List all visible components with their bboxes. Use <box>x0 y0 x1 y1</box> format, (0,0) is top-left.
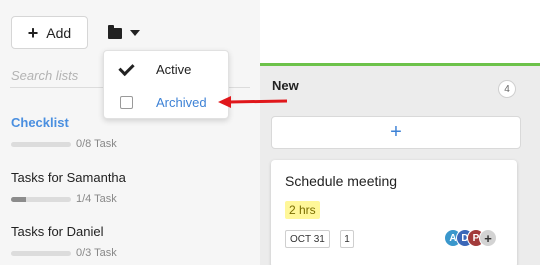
progress-bar <box>11 141 71 147</box>
plus-icon: + <box>27 22 39 43</box>
list-item-checklist[interactable]: Checklist 0/8 Task <box>11 115 251 150</box>
column-count-badge: 4 <box>498 80 516 98</box>
card-title: Schedule meeting <box>285 173 398 189</box>
add-list-button[interactable]: + Add <box>11 16 88 49</box>
progress-text: 0/3 Task <box>76 247 117 259</box>
menu-item-label: Active <box>156 61 192 77</box>
checkbox-icon[interactable] <box>120 95 133 109</box>
due-date-tag: OCT 31 <box>285 230 330 248</box>
list-title: Tasks for Daniel <box>11 224 104 239</box>
list-item-samantha[interactable]: Tasks for Samantha 1/4 Task <box>11 170 251 205</box>
menu-item-archived[interactable]: Archived <box>104 87 230 117</box>
list-item-daniel[interactable]: Tasks for Daniel 0/3 Task <box>11 224 251 259</box>
hours-tag: 2 hrs <box>285 201 320 219</box>
progress-bar <box>11 196 71 202</box>
folder-icon <box>108 24 122 39</box>
task-card[interactable]: Schedule meeting 2 hrs OCT 31 1 A D P + <box>271 160 517 265</box>
menu-item-active[interactable]: Active <box>104 54 230 84</box>
folder-filter-button[interactable] <box>108 22 153 44</box>
progress-text: 0/8 Task <box>76 138 117 150</box>
annotation-arrow <box>218 96 288 108</box>
column-title: New <box>272 78 299 93</box>
count-tag: 1 <box>340 230 354 248</box>
add-member-button[interactable]: + <box>479 229 497 247</box>
board-column-new: New 4 + Schedule meeting 2 hrs OCT 31 1 … <box>260 63 540 265</box>
chevron-down-icon <box>130 30 140 36</box>
menu-item-label: Archived <box>156 94 207 110</box>
lists-pane: + Add Checklist 0/8 Task Tasks for Saman… <box>0 0 260 265</box>
progress-text: 1/4 Task <box>76 193 117 205</box>
checkmark-icon <box>118 61 134 77</box>
add-card-button[interactable]: + <box>271 116 521 149</box>
progress-bar <box>11 250 71 256</box>
list-title: Tasks for Samantha <box>11 170 126 185</box>
filter-dropdown-menu: Active Archived <box>103 50 229 119</box>
add-button-label: Add <box>46 24 72 41</box>
